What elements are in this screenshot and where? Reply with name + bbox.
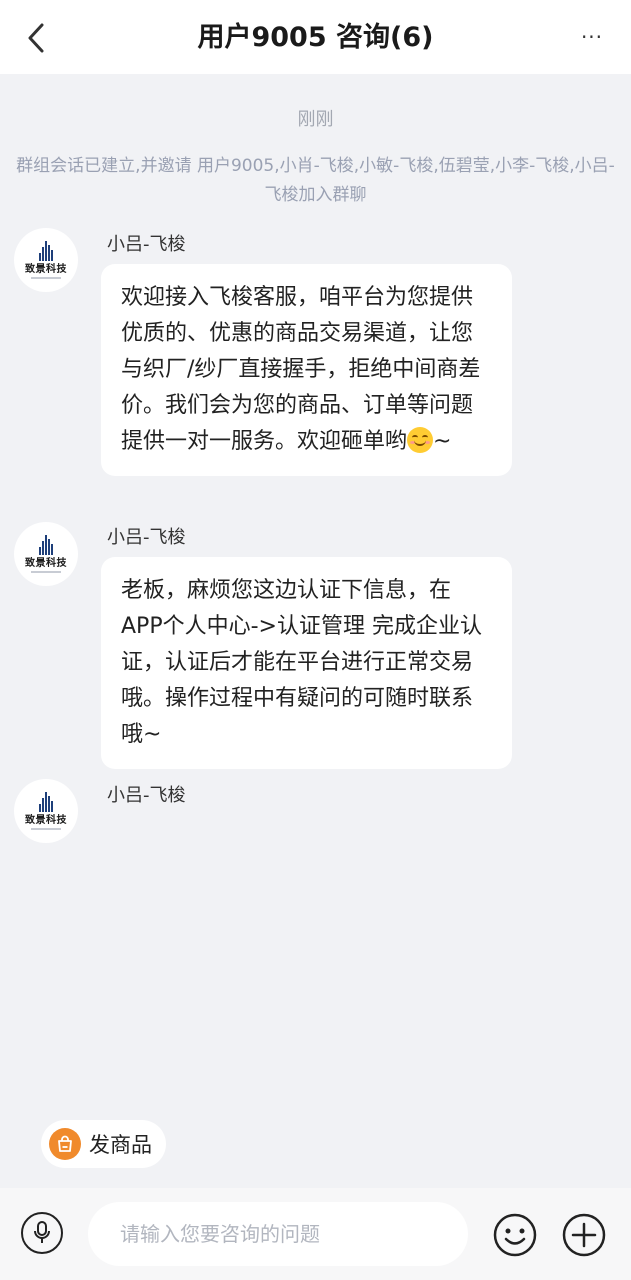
voice-input-button[interactable] [21,1212,63,1254]
more-actions-button[interactable] [561,1212,607,1258]
back-button[interactable] [18,18,54,58]
sender-name: 小吕-飞梭 [107,785,186,806]
message-input[interactable] [88,1202,468,1266]
message-timestamp: 刚刚 [297,109,334,130]
composer-bar [0,1188,631,1280]
avatar[interactable]: 致景科技 [14,779,78,843]
avatar-brand-text: 致景科技 [25,815,67,826]
app-header: 用户9005 咨询(6) ··· [0,0,631,74]
plus-icon [562,1213,606,1257]
microphone-icon [34,1221,50,1243]
sender-name: 小吕-飞梭 [107,234,186,255]
shopping-bag-icon [49,1128,81,1160]
smiling-face-icon [407,427,434,453]
avatar-brand-text: 致景科技 [25,264,67,275]
message-text: 老板，麻烦您这边认证下信息，在APP个人中心->认证管理 完成企业认证，认证后才… [121,578,482,747]
avatar[interactable]: 致景科技 [14,522,78,586]
avatar-brand-text: 致景科技 [25,558,67,569]
message-suffix: ~ [433,429,452,454]
company-logo-icon [39,535,53,555]
company-logo-icon [39,241,53,261]
message-bubble[interactable]: 欢迎接入飞梭客服，咱平台为您提供优质的、优惠的商品交易渠道，让您与织厂/纱厂直接… [101,264,512,476]
message-bubble[interactable]: 老板，麻烦您这边认证下信息，在APP个人中心->认证管理 完成企业认证，认证后才… [101,557,512,769]
emoji-button[interactable] [492,1212,538,1258]
avatar[interactable]: 致景科技 [14,228,78,292]
company-logo-icon [39,792,53,812]
post-product-label: 发商品 [89,1133,152,1157]
more-options-button[interactable]: ··· [575,22,609,52]
post-product-button[interactable]: 发商品 [41,1120,166,1168]
system-message: 群组会话已建立,并邀请 用户9005,小肖-飞梭,小敏-飞梭,伍碧莹,小李-飞梭… [16,156,615,205]
smiley-icon [493,1213,537,1257]
chevron-left-icon [28,23,44,53]
sender-name: 小吕-飞梭 [107,527,186,548]
page-title: 用户9005 咨询(6) [197,22,434,53]
quick-actions-bar: 发商品 [0,1100,631,1188]
